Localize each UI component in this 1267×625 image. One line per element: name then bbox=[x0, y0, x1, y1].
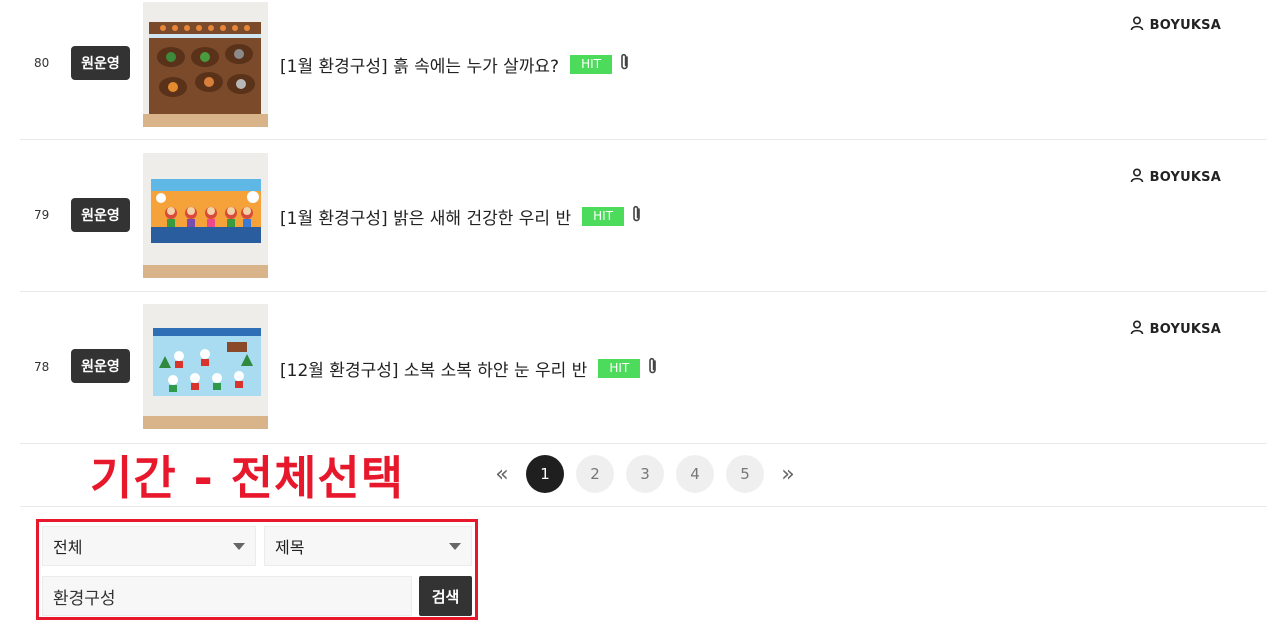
paperclip-icon bbox=[620, 53, 630, 76]
category-badge: 원운영 bbox=[71, 198, 130, 232]
post-title: [1월 환경구성] 밝은 새해 건강한 우리 반 bbox=[280, 209, 572, 229]
post-title: [1월 환경구성] 흙 속에는 누가 살까요? bbox=[280, 57, 560, 77]
prev-page-button[interactable]: « bbox=[484, 455, 520, 493]
next-page-button[interactable]: » bbox=[770, 455, 806, 493]
post-thumbnail[interactable] bbox=[143, 2, 268, 127]
table-row[interactable]: 78 원운영 [12월 환경구성] 소복 소복 하얀 눈 우리 반 HIT BO… bbox=[20, 292, 1267, 444]
period-select-value: 전체 bbox=[53, 538, 83, 557]
post-list: 80 원운영 [1월 환경구성] 흙 속에는 누가 살까요? HIT BOYUK… bbox=[20, 0, 1267, 444]
author-name: BOYUKSA bbox=[1149, 170, 1221, 185]
post-number: 78 bbox=[34, 360, 50, 374]
user-icon bbox=[1130, 16, 1144, 35]
page-button-1[interactable]: 1 bbox=[526, 455, 564, 493]
pagination: « 1 2 3 4 5 » bbox=[484, 455, 806, 493]
paperclip-icon bbox=[632, 205, 642, 228]
search-form: 전체 제목 검색 bbox=[36, 519, 478, 620]
field-select-value: 제목 bbox=[275, 538, 305, 557]
post-number: 79 bbox=[34, 208, 50, 222]
hit-badge: HIT bbox=[598, 359, 641, 378]
post-title-link[interactable]: [1월 환경구성] 밝은 새해 건강한 우리 반 HIT bbox=[280, 204, 642, 229]
page-button-3[interactable]: 3 bbox=[626, 455, 664, 493]
field-select[interactable]: 제목 bbox=[264, 526, 472, 566]
author-name: BOYUKSA bbox=[1149, 322, 1221, 337]
post-author: BOYUKSA bbox=[1130, 168, 1221, 187]
post-title: [12월 환경구성] 소복 소복 하얀 눈 우리 반 bbox=[280, 361, 588, 381]
author-name: BOYUKSA bbox=[1149, 18, 1221, 33]
user-icon bbox=[1130, 320, 1144, 339]
post-thumbnail[interactable] bbox=[143, 153, 268, 278]
page-button-4[interactable]: 4 bbox=[676, 455, 714, 493]
post-title-link[interactable]: [1월 환경구성] 흙 속에는 누가 살까요? HIT bbox=[280, 52, 630, 77]
annotation-label: 기간 - 전체선택 bbox=[90, 451, 405, 505]
paperclip-icon bbox=[648, 357, 658, 380]
chevron-down-icon bbox=[449, 543, 461, 550]
divider bbox=[20, 506, 1267, 507]
post-author: BOYUKSA bbox=[1130, 16, 1221, 35]
post-author: BOYUKSA bbox=[1130, 320, 1221, 339]
hit-badge: HIT bbox=[570, 55, 613, 74]
chevron-down-icon bbox=[233, 543, 245, 550]
page-button-2[interactable]: 2 bbox=[576, 455, 614, 493]
search-input[interactable] bbox=[42, 576, 412, 616]
category-badge: 원운영 bbox=[71, 349, 130, 383]
page-button-5[interactable]: 5 bbox=[726, 455, 764, 493]
search-button[interactable]: 검색 bbox=[419, 576, 472, 616]
table-row[interactable]: 80 원운영 [1월 환경구성] 흙 속에는 누가 살까요? HIT BOYUK… bbox=[20, 0, 1267, 140]
user-icon bbox=[1130, 168, 1144, 187]
hit-badge: HIT bbox=[582, 207, 625, 226]
period-select[interactable]: 전체 bbox=[42, 526, 256, 566]
post-title-link[interactable]: [12월 환경구성] 소복 소복 하얀 눈 우리 반 HIT bbox=[280, 356, 658, 381]
table-row[interactable]: 79 원운영 [1월 환경구성] 밝은 새해 건강한 우리 반 HIT BOYU… bbox=[20, 140, 1267, 292]
post-thumbnail[interactable] bbox=[143, 304, 268, 429]
category-badge: 원운영 bbox=[71, 46, 130, 80]
post-number: 80 bbox=[34, 56, 50, 70]
